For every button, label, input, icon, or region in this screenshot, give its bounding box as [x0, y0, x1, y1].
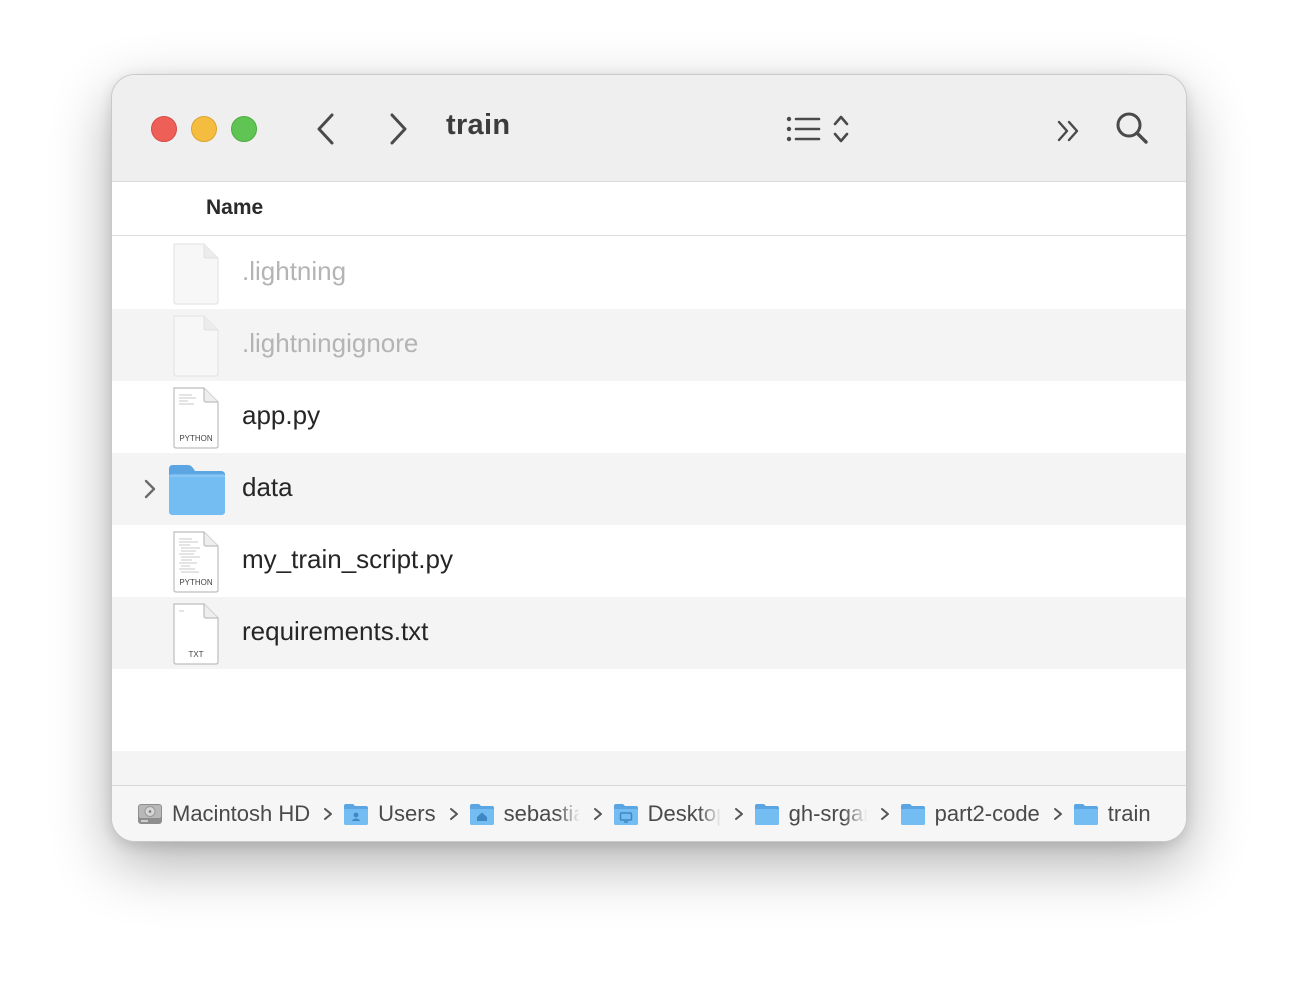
path-item-train[interactable]: train	[1072, 801, 1151, 827]
path-item-gh-srgan[interactable]: gh-srgan	[753, 801, 867, 827]
double-chevron-right-icon	[1057, 120, 1079, 142]
list-view-icon	[786, 115, 849, 143]
file-name: .lightningignore	[242, 328, 419, 358]
path-item-desktop[interactable]: Desktop	[612, 801, 721, 827]
home-folder-icon	[469, 803, 494, 825]
file-name: data	[242, 472, 293, 502]
path-item-label: sebastian	[503, 800, 580, 826]
path-item-part2-code[interactable]: part2-code	[899, 801, 1040, 827]
list-item[interactable]: data	[112, 453, 1186, 525]
folder-icon	[900, 803, 925, 825]
path-item-home[interactable]: sebastian	[468, 801, 580, 827]
empty-row	[112, 751, 1186, 787]
list-item[interactable]: PYTHON app.py	[112, 381, 1186, 453]
path-item-label: Desktop	[647, 800, 721, 826]
more-toolbar-items-button[interactable]	[1052, 111, 1086, 151]
path-item-users[interactable]: Users	[342, 800, 436, 827]
path-separator-icon	[1053, 807, 1062, 820]
path-item-label: part2-code	[934, 800, 1040, 826]
search-button[interactable]	[1112, 108, 1152, 148]
path-bar: Macintosh HD Users sebastian	[112, 785, 1186, 841]
folder-icon	[169, 465, 225, 515]
toolbar: train	[112, 75, 1186, 182]
column-header-bar: Name	[112, 182, 1186, 236]
python-file-icon: PYTHON	[173, 387, 219, 449]
path-separator-icon	[449, 807, 458, 820]
users-folder-icon	[344, 803, 369, 825]
path-separator-icon	[324, 807, 333, 820]
file-name: my_train_script.py	[242, 544, 453, 574]
path-item-label: train	[1107, 800, 1151, 826]
file-list: .lightning .lightningignore PYTHON app.p…	[112, 237, 1186, 669]
folder-icon	[1073, 803, 1098, 825]
list-item[interactable]: TXT requirements.txt	[112, 597, 1186, 669]
minimize-button[interactable]	[191, 116, 217, 142]
folder-icon	[754, 803, 779, 825]
window-title: train	[446, 109, 511, 141]
list-item[interactable]: .lightning	[112, 237, 1186, 309]
view-options-button[interactable]	[782, 109, 860, 149]
finder-window: train Name .lightning .lightningignore P…	[111, 74, 1187, 842]
path-separator-icon	[880, 807, 889, 820]
close-button[interactable]	[151, 116, 177, 142]
file-badge: PYTHON	[179, 578, 213, 587]
back-button[interactable]	[306, 107, 346, 151]
text-file-icon: TXT	[173, 603, 219, 665]
file-name: requirements.txt	[242, 616, 429, 646]
file-badge: TXT	[188, 650, 203, 659]
list-item[interactable]: .lightningignore	[112, 309, 1186, 381]
file-name: .lightning	[242, 256, 347, 286]
path-item-macintosh-hd[interactable]: Macintosh HD	[136, 801, 310, 827]
zoom-button[interactable]	[231, 116, 257, 142]
document-icon	[173, 243, 219, 305]
chevron-left-icon	[317, 113, 334, 145]
chevron-right-icon	[390, 113, 407, 145]
file-badge: PYTHON	[179, 434, 213, 443]
magnifier-icon	[1116, 112, 1148, 144]
path-separator-icon	[734, 807, 743, 820]
desktop-folder-icon	[613, 803, 638, 825]
path-separator-icon	[593, 807, 602, 820]
path-item-label: gh-srgan	[788, 800, 867, 826]
python-file-icon: PYTHON	[173, 531, 219, 593]
path-item-label: Users	[378, 800, 436, 826]
path-item-label: Macintosh HD	[172, 800, 311, 826]
empty-row	[112, 669, 1186, 741]
disclosure-triangle-icon[interactable]	[140, 477, 160, 501]
document-icon	[173, 315, 219, 377]
hard-drive-icon	[138, 803, 162, 824]
forward-button[interactable]	[378, 107, 418, 151]
column-header-name[interactable]: Name	[206, 196, 263, 220]
list-item[interactable]: PYTHON my_train_script.py	[112, 525, 1186, 597]
file-name: app.py	[242, 400, 321, 430]
